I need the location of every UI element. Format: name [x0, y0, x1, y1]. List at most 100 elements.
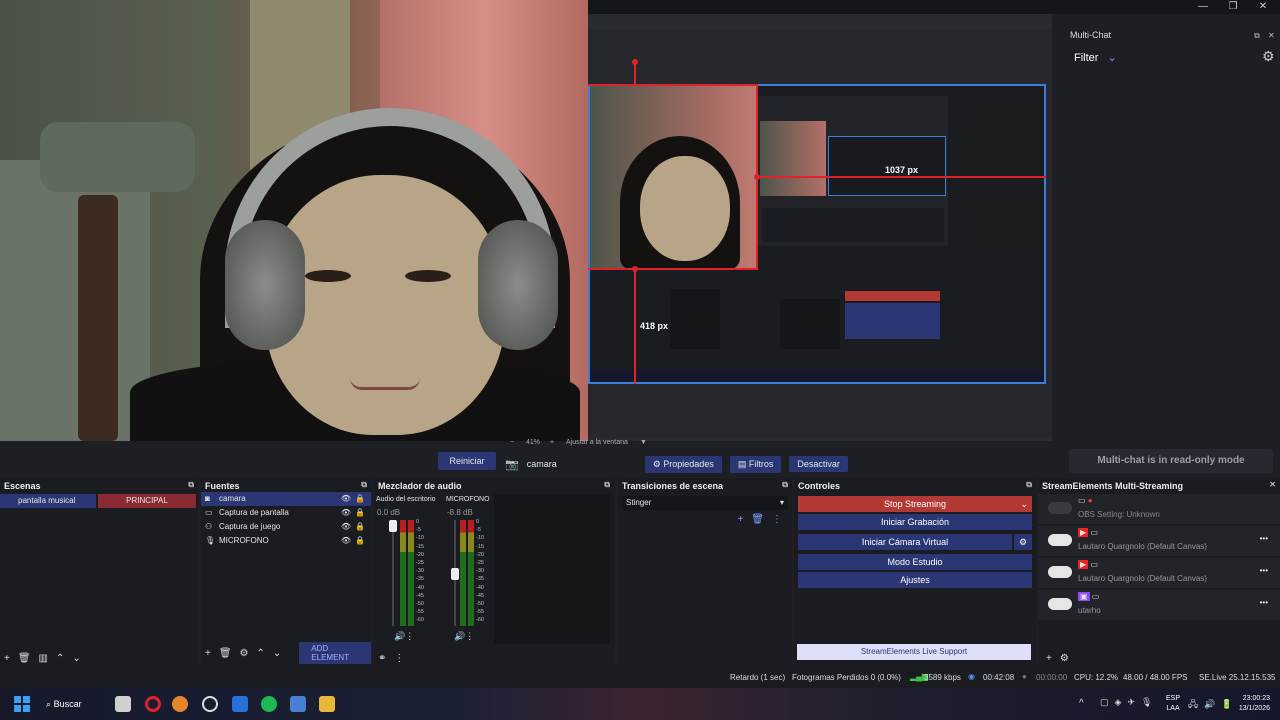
record-icon: ● [1022, 672, 1027, 681]
more-icon[interactable]: ⋮ [772, 514, 782, 525]
dock-menu-icon[interactable]: ⧉ [782, 480, 788, 490]
virtual-camera-button[interactable]: Iniciar Cámara Virtual [798, 534, 1012, 550]
eye-icon[interactable]: 👁 [341, 492, 351, 506]
settings-button[interactable]: Ajustes [798, 572, 1032, 588]
scene-item[interactable]: pantalla musical [0, 494, 96, 508]
multichat-filter[interactable]: Filter ⌄ [1074, 51, 1117, 64]
add-icon[interactable]: + [737, 514, 743, 525]
fit-to-window-button[interactable]: Ajustar a la ventana [566, 439, 628, 446]
toggle-switch[interactable] [1048, 534, 1072, 546]
stop-streaming-button[interactable]: Stop Streaming ⌄ [798, 496, 1032, 512]
trash-icon[interactable]: 🗑 [219, 648, 232, 659]
volume-knob-desktop[interactable] [389, 520, 397, 532]
dock-menu-icon[interactable]: ⧉ [604, 480, 610, 490]
source-item-camara[interactable]: ◙ camara 👁 🔒 [201, 492, 371, 506]
add-icon[interactable]: + [1046, 653, 1052, 664]
close-icon[interactable]: ✕ [1269, 480, 1276, 489]
filter-icon[interactable]: ▥ [39, 653, 48, 664]
eye-icon[interactable]: 👁 [341, 520, 351, 534]
tray-icons[interactable]: ▢◈✈🎙 [1100, 697, 1158, 708]
lock-icon[interactable]: 🔒 [355, 520, 365, 534]
taskbar-search[interactable]: ⌕ Buscar [46, 696, 82, 712]
close-button[interactable]: ✕ [1248, 0, 1278, 14]
guide-horizontal [758, 176, 1046, 178]
move-up-icon[interactable]: ⌃ [56, 653, 64, 664]
maximize-button[interactable]: ❐ [1218, 0, 1248, 14]
gear-icon[interactable]: ⚙ [1014, 534, 1032, 550]
float-icon[interactable]: ⧉ [1254, 31, 1260, 41]
browser-icon[interactable] [172, 696, 188, 712]
lock-icon[interactable]: 🔒 [355, 506, 365, 520]
source-item-game[interactable]: ⚇ Captura de juego 👁 🔒 [201, 520, 371, 534]
taskbar-clock[interactable]: 23:00:23 13/1/2026 [1226, 694, 1270, 714]
document-icon[interactable] [290, 696, 306, 712]
lock-icon[interactable]: 🔒 [355, 492, 365, 506]
volume-knob-mic[interactable] [451, 568, 459, 580]
properties-button[interactable]: ⚙ Propiedades [644, 455, 722, 473]
add-icon[interactable]: + [4, 653, 10, 664]
mail-icon[interactable] [232, 696, 248, 712]
pillow [40, 122, 195, 192]
scale-tick: 0 [416, 519, 420, 525]
gear-icon[interactable]: ⚙ [1262, 48, 1275, 65]
move-up-icon[interactable]: ⌃ [257, 648, 265, 659]
link-icon[interactable]: ⚭ [378, 653, 386, 664]
guide-handle-right[interactable] [754, 174, 760, 180]
source-item-mic[interactable]: 🎙 MICROFONO 👁 🔒 [201, 534, 371, 548]
trash-icon[interactable]: 🗑 [751, 514, 764, 525]
scale-tick: -45 [416, 592, 424, 599]
guide-handle-top[interactable] [632, 59, 638, 65]
zoom-in-button[interactable]: + [550, 439, 554, 446]
opera-icon[interactable] [145, 696, 161, 712]
language-indicator[interactable]: ESP LAA [1166, 694, 1180, 714]
deactivate-button[interactable]: Desactivar [789, 456, 848, 472]
obs-icon[interactable] [202, 696, 218, 712]
more-icon[interactable]: ⋮ [394, 653, 404, 664]
add-element-button[interactable]: ADD ELEMENT [299, 642, 371, 664]
volume-slider-desktop[interactable] [392, 520, 394, 626]
filters-button[interactable]: ▤ Filtros [729, 455, 782, 473]
folder-icon[interactable] [319, 696, 335, 712]
dock-menu-icon[interactable]: ⧉ [1026, 480, 1032, 490]
task-view-icon[interactable] [115, 696, 131, 712]
chevron-down-icon[interactable]: ▼ [640, 439, 647, 446]
tray-overflow-icon[interactable]: ^ [1079, 698, 1084, 709]
toggle-switch[interactable] [1048, 598, 1072, 610]
spotify-icon[interactable] [261, 696, 277, 712]
gear-icon[interactable]: ⚙ [240, 648, 249, 659]
transition-select[interactable]: Stinger ▾ [622, 496, 788, 510]
lock-icon[interactable]: 🔒 [355, 534, 365, 548]
source-item-screen[interactable]: ▭ Captura de pantalla 👁 🔒 [201, 506, 371, 520]
live-support-button[interactable]: StreamElements Live Support [797, 644, 1031, 660]
toggle-switch[interactable] [1048, 502, 1072, 514]
eye-icon[interactable]: 👁 [341, 534, 351, 548]
add-icon[interactable]: + [205, 648, 211, 659]
move-down-icon[interactable]: ⌄ [273, 648, 281, 659]
restart-button[interactable]: Reiniciar [438, 452, 496, 470]
toggle-switch[interactable] [1048, 566, 1072, 578]
more-icon[interactable]: ••• [1260, 534, 1268, 543]
speaker-icon[interactable]: 🔊⋮ [454, 631, 474, 642]
eye-icon[interactable]: 👁 [341, 506, 351, 520]
more-icon[interactable]: ••• [1260, 598, 1268, 607]
scene-item-principal[interactable]: PRINCIPAL [98, 494, 196, 508]
zoom-out-button[interactable]: − [510, 439, 514, 446]
camera-icon: 📷 [505, 458, 519, 471]
more-icon[interactable]: ••• [1260, 566, 1268, 575]
gear-icon[interactable]: ⚙ [1060, 653, 1069, 664]
controls-dock: Controles ⧉ Stop Streaming ⌄ Iniciar Graba… [794, 478, 1036, 666]
chevron-down-icon[interactable]: ⌄ [1020, 496, 1028, 512]
trash-icon[interactable]: 🗑 [18, 653, 31, 664]
source-label: MICROFONO [219, 536, 269, 545]
dock-menu-icon[interactable]: ⧉ [188, 480, 194, 490]
scale-tick: -5 [416, 527, 421, 534]
studio-mode-button[interactable]: Modo Estudio [798, 554, 1032, 570]
dock-menu-icon[interactable]: ⧉ [361, 480, 367, 490]
move-down-icon[interactable]: ⌄ [72, 653, 80, 664]
minimize-button[interactable]: — [1188, 0, 1218, 14]
close-icon[interactable]: ✕ [1268, 31, 1275, 40]
start-recording-button[interactable]: Iniciar Grabación [798, 514, 1032, 530]
speaker-icon[interactable]: 🔊⋮ [394, 631, 414, 642]
windows-start-icon[interactable] [14, 696, 30, 712]
preview-source-frame[interactable] [588, 84, 1046, 384]
